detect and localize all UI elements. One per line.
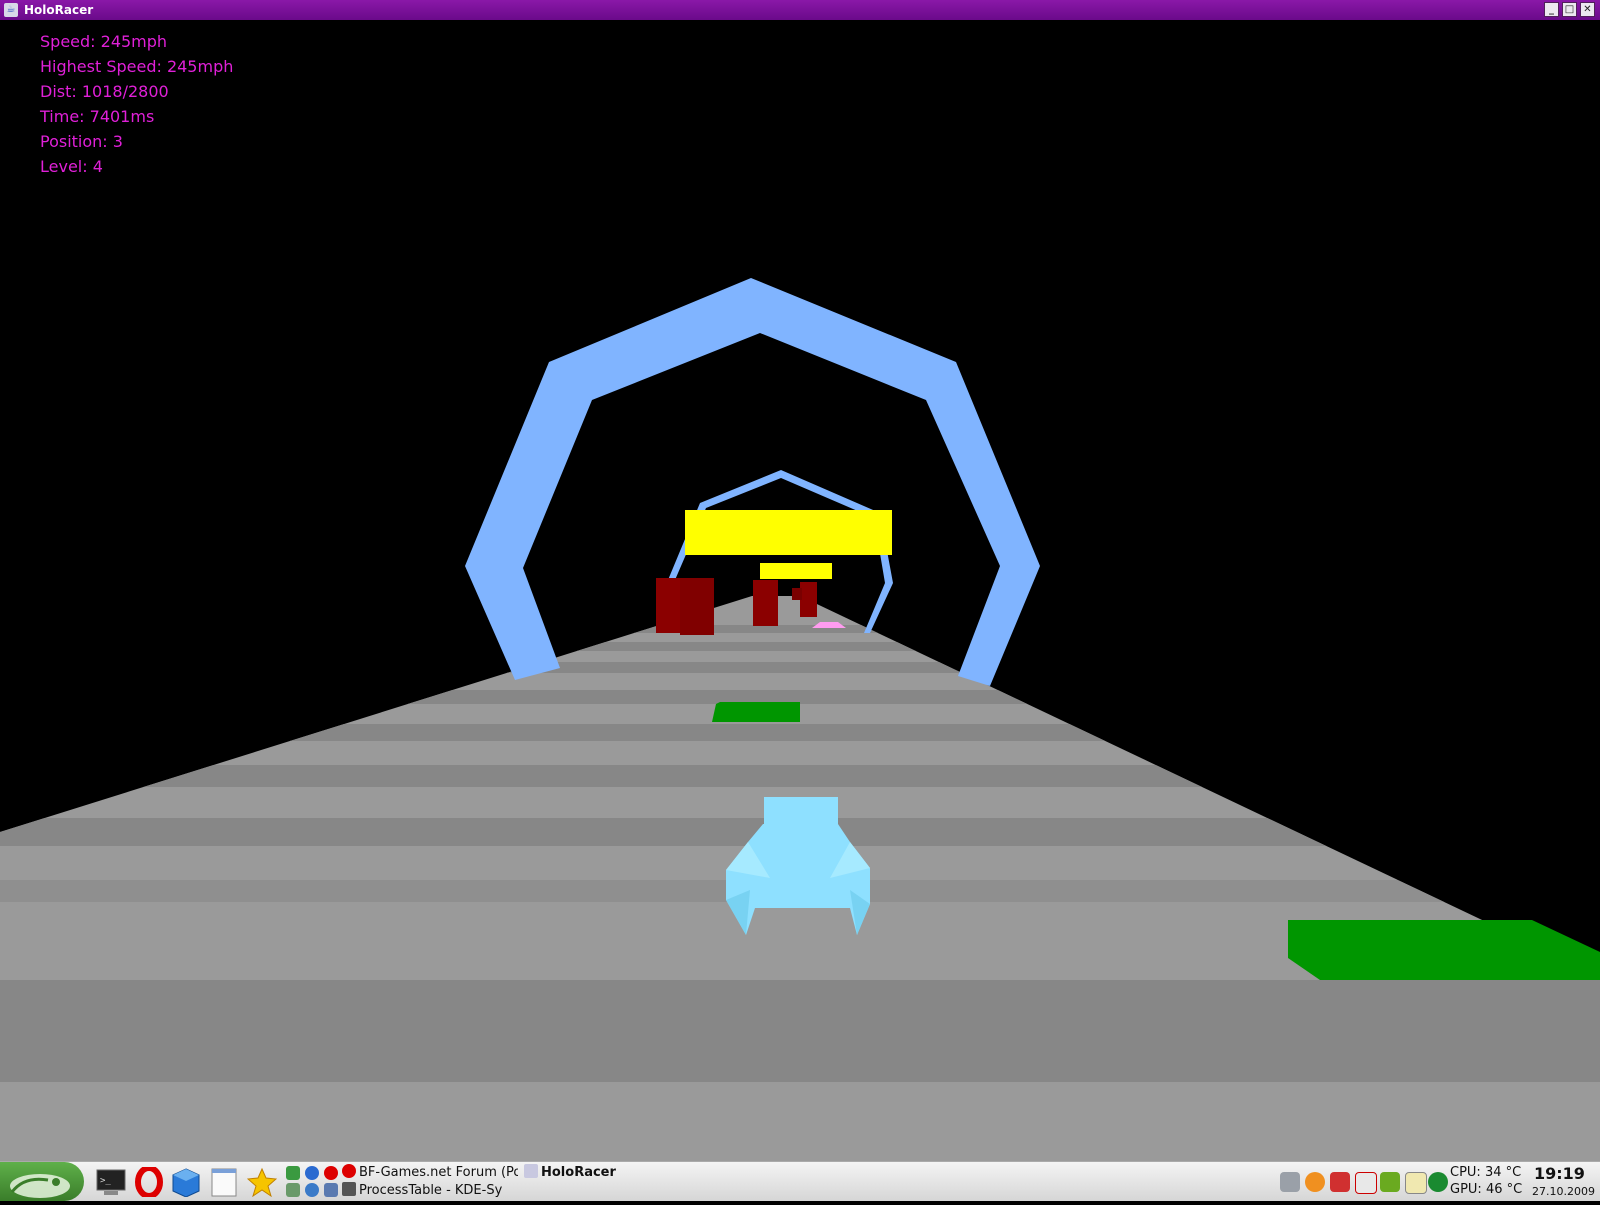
task-holoracer[interactable]: HoloRacer xyxy=(524,1164,644,1182)
obstacle-center xyxy=(753,580,778,626)
boost-pad-right xyxy=(1288,920,1600,980)
clock-date: 27.10.2009 xyxy=(1532,1185,1595,1198)
opera-icon[interactable] xyxy=(134,1167,164,1197)
banner-near xyxy=(685,510,892,555)
obstacle-right-small xyxy=(792,588,802,600)
floppy-icon xyxy=(342,1182,356,1196)
cpu-temperature: CPU: 34 °C xyxy=(1450,1165,1522,1180)
hud-highest-speed: Highest Speed: 245mph xyxy=(40,57,234,76)
mail-tray-icon[interactable] xyxy=(1355,1172,1377,1194)
konqueror-mini-icon[interactable] xyxy=(305,1166,319,1180)
task-processtable[interactable]: ProcessTable - KDE-Sy xyxy=(342,1182,518,1200)
hud-time: Time: 7401ms xyxy=(40,107,155,126)
banner-far xyxy=(760,563,832,579)
kmail-mini-icon[interactable] xyxy=(286,1166,300,1180)
hud-level: Level: 4 xyxy=(40,157,103,176)
java-cup-icon xyxy=(524,1164,538,1178)
start-menu-button[interactable] xyxy=(0,1162,84,1201)
minimize-button[interactable]: _ xyxy=(1544,2,1559,17)
obstacle-left-side xyxy=(680,578,714,635)
notes-icon[interactable] xyxy=(209,1167,239,1197)
opera-icon xyxy=(342,1164,356,1178)
hud-distance: Dist: 1018/2800 xyxy=(40,82,169,101)
gpu-temperature: GPU: 46 °C xyxy=(1450,1182,1523,1197)
clock-time[interactable]: 19:19 xyxy=(1534,1164,1585,1183)
java-tray-icon[interactable] xyxy=(1330,1172,1350,1192)
klipper-icon[interactable] xyxy=(1405,1172,1427,1194)
race-scene xyxy=(0,278,1600,1161)
terminal-icon[interactable]: >_ xyxy=(96,1167,126,1197)
volume-icon[interactable] xyxy=(1280,1172,1300,1192)
opera-mini-icon[interactable] xyxy=(324,1166,338,1180)
boost-pad-center xyxy=(712,702,800,722)
maximize-button[interactable]: □ xyxy=(1562,2,1577,17)
nvidia-icon[interactable] xyxy=(1380,1172,1400,1192)
opensuse-gecko-icon xyxy=(10,1174,70,1198)
hud-speed: Speed: 245mph xyxy=(40,32,168,51)
sysmon-mini-icon[interactable] xyxy=(324,1183,338,1197)
globe-mini-icon[interactable] xyxy=(305,1183,319,1197)
svg-text:>_: >_ xyxy=(100,1176,111,1186)
java-cup-icon: ☕ xyxy=(4,3,18,17)
race-hud: Speed: 245mph Highest Speed: 245mph Dist… xyxy=(40,29,233,179)
package-box-icon[interactable] xyxy=(171,1167,201,1197)
obstacle-right xyxy=(800,582,817,617)
network-globe-icon[interactable] xyxy=(1428,1172,1448,1192)
game-viewport[interactable]: Speed: 245mph Highest Speed: 245mph Dist… xyxy=(0,20,1600,1161)
calendar-mini-icon[interactable] xyxy=(286,1183,300,1197)
hud-position: Position: 3 xyxy=(40,132,123,151)
task-bf-games-forum[interactable]: BF-Games.net Forum (Po xyxy=(342,1164,518,1182)
sun-update-icon[interactable] xyxy=(1305,1172,1325,1192)
close-button[interactable]: ✕ xyxy=(1580,2,1595,17)
kde-taskbar: >_ BF-Games.net Forum (Po HoloRacer Proc… xyxy=(0,1161,1600,1201)
window-titlebar[interactable]: ☕ HoloRacer _ □ ✕ xyxy=(0,0,1600,20)
bookmark-star-icon[interactable] xyxy=(247,1167,277,1197)
window-title: HoloRacer xyxy=(24,3,94,17)
